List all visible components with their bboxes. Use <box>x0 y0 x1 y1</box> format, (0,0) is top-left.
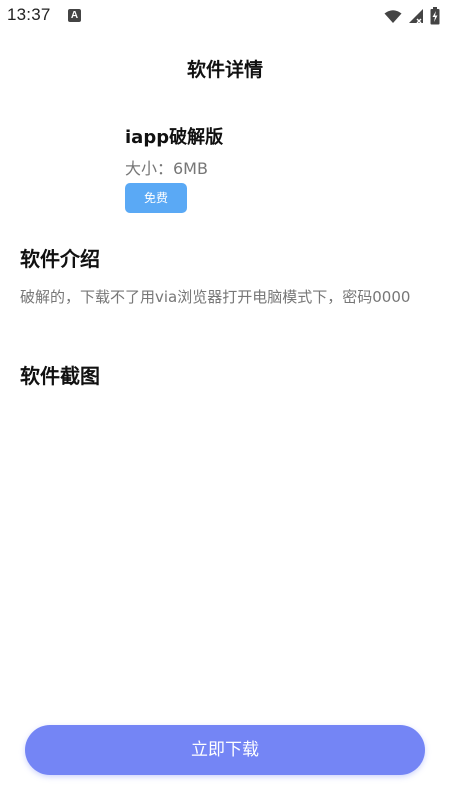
status-time: 13:37 <box>7 5 51 24</box>
page-title: 软件详情 <box>186 59 263 81</box>
battery-charging-icon <box>430 7 440 25</box>
app-name: iapp破解版 <box>125 127 224 148</box>
a-letter-icon: A <box>68 9 81 22</box>
status-bar: 13:37 A <box>0 0 450 32</box>
wifi-icon <box>384 9 402 23</box>
intro-text: 破解的，下载不了用via浏览器打开电脑模式下，密码0000 <box>20 288 411 306</box>
signal-icon <box>409 9 423 24</box>
screenshots-section-title: 软件截图 <box>20 364 100 388</box>
price-badge: 免费 <box>125 183 187 213</box>
app-detail-screen: 13:37 A 软件详情 iapp破解版 大小：6MB 免费 软件介绍 破解的，… <box>0 0 450 800</box>
status-icons <box>384 6 440 26</box>
download-button[interactable]: 立即下载 <box>25 725 425 775</box>
intro-section-title: 软件介绍 <box>20 247 100 271</box>
app-size: 大小：6MB <box>125 159 208 178</box>
